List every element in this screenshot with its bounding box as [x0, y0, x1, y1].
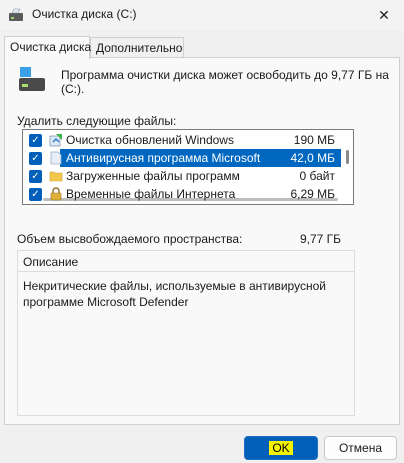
intro-text: Программа очистки диска может освободить… — [61, 68, 389, 96]
file-size: 6,29 МБ — [290, 187, 335, 201]
checkbox[interactable]: ✓ — [29, 133, 42, 147]
tab-advanced[interactable]: Дополнительно — [90, 37, 184, 58]
ok-label: OK — [269, 441, 293, 455]
tab-panel: Программа очистки диска может освободить… — [4, 57, 400, 425]
file-size: 0 байт — [299, 169, 335, 183]
drive-icon — [19, 67, 45, 91]
file-icon — [50, 151, 62, 165]
list-item[interactable]: ✓ Загруженные файлы программ 0 байт — [23, 167, 341, 185]
checkbox[interactable]: ✓ — [29, 187, 42, 201]
freed-space-value: 9,77 ГБ — [299, 232, 341, 246]
file-size: 190 МБ — [293, 133, 335, 147]
lock-icon — [50, 187, 62, 201]
file-name: Антивирусная программа Microsoft ... — [66, 151, 264, 165]
file-size: 42,0 МБ — [290, 151, 335, 165]
scroll-thumb[interactable] — [346, 150, 349, 164]
description-group: Описание Некритические файлы, используем… — [17, 250, 355, 416]
folder-icon — [49, 171, 63, 182]
description-text: Некритические файлы, используемые в анти… — [23, 279, 326, 309]
file-name: Временные файлы Интернета — [66, 187, 236, 201]
description-divider — [18, 271, 354, 272]
list-item[interactable]: ✓ Временные файлы Интернета 6,29 МБ — [23, 185, 341, 203]
files-label: Удалить следующие файлы: — [17, 114, 177, 128]
file-name: Очистка обновлений Windows — [66, 133, 234, 147]
file-name: Загруженные файлы программ — [66, 169, 240, 183]
close-button[interactable]: ✕ — [364, 0, 404, 30]
title-bar: Очистка диска (C:) ✕ — [0, 0, 404, 30]
windows-update-icon — [49, 134, 62, 147]
window-title: Очистка диска (C:) — [32, 7, 137, 21]
file-list[interactable]: ✓ Очистка обновлений Windows 190 МБ ✓ Ан… — [22, 129, 354, 205]
freed-space-label: Объем высвобождаемого пространства: — [17, 232, 243, 246]
list-item[interactable]: ✓ Очистка обновлений Windows 190 МБ — [23, 131, 341, 149]
close-icon: ✕ — [378, 6, 390, 23]
tab-disk-cleanup[interactable]: Очистка диска — [4, 36, 91, 59]
checkbox[interactable]: ✓ — [29, 151, 42, 165]
disk-cleanup-icon — [9, 8, 23, 21]
list-item[interactable]: ✓ Антивирусная программа Microsoft ... 4… — [23, 149, 341, 167]
checkbox[interactable]: ✓ — [29, 169, 42, 183]
cancel-button[interactable]: Отмена — [324, 436, 397, 460]
vertical-scrollbar[interactable] — [341, 130, 353, 204]
ok-button[interactable]: OK — [244, 436, 318, 460]
description-title: Описание — [23, 255, 79, 269]
